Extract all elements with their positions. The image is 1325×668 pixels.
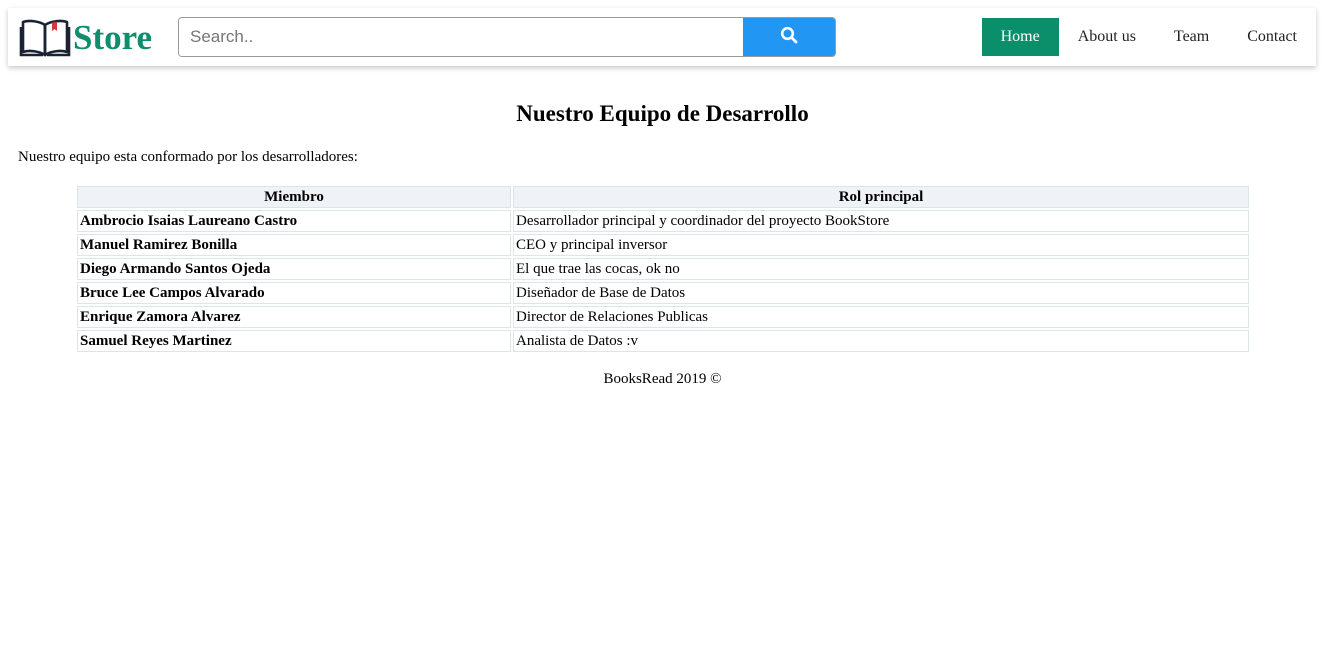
member-name: Samuel Reyes Martinez (77, 330, 511, 352)
open-book-icon (19, 17, 71, 57)
logo[interactable]: Store (19, 12, 152, 62)
member-role: El que trae las cocas, ok no (513, 258, 1249, 280)
navbar: Store Home About us Team Contact (8, 8, 1316, 66)
member-role: CEO y principal inversor (513, 234, 1249, 256)
brand-name: Store (73, 17, 153, 57)
member-role: Desarrollador principal y coordinador de… (513, 210, 1249, 232)
team-table: Miembro Rol principal Ambrocio Isaias La… (75, 184, 1251, 354)
member-name: Ambrocio Isaias Laureano Castro (77, 210, 511, 232)
member-name: Diego Armando Santos Ojeda (77, 258, 511, 280)
member-name: Manuel Ramirez Bonilla (77, 234, 511, 256)
nav-item-about-us[interactable]: About us (1059, 18, 1155, 56)
page-title: Nuestro Equipo de Desarrollo (516, 101, 809, 126)
nav-menu: Home About us Team Contact (981, 18, 1316, 56)
member-name: Bruce Lee Campos Alvarado (77, 282, 511, 304)
member-role: Director de Relaciones Publicas (513, 306, 1249, 328)
table-row: Manuel Ramirez Bonilla CEO y principal i… (77, 234, 1249, 256)
nav-item-team[interactable]: Team (1155, 18, 1228, 56)
table-header-row: Miembro Rol principal (77, 186, 1249, 208)
member-role: Analista de Datos :v (513, 330, 1249, 352)
search-icon (780, 26, 798, 49)
search-input[interactable] (179, 18, 743, 56)
footer-text: BooksRead 2019 © (603, 371, 722, 387)
column-header-member: Miembro (77, 186, 511, 208)
intro-text: Nuestro equipo esta conformado por los d… (18, 149, 358, 165)
search-button[interactable] (743, 18, 835, 56)
table-row: Enrique Zamora Alvarez Director de Relac… (77, 306, 1249, 328)
table-row: Diego Armando Santos Ojeda El que trae l… (77, 258, 1249, 280)
column-header-role: Rol principal (513, 186, 1249, 208)
table-row: Bruce Lee Campos Alvarado Diseñador de B… (77, 282, 1249, 304)
nav-item-contact[interactable]: Contact (1228, 18, 1316, 56)
nav-item-home[interactable]: Home (981, 18, 1059, 56)
table-row: Samuel Reyes Martinez Analista de Datos … (77, 330, 1249, 352)
table-row: Ambrocio Isaias Laureano Castro Desarrol… (77, 210, 1249, 232)
member-role: Diseñador de Base de Datos (513, 282, 1249, 304)
search-bar (178, 17, 836, 57)
member-name: Enrique Zamora Alvarez (77, 306, 511, 328)
